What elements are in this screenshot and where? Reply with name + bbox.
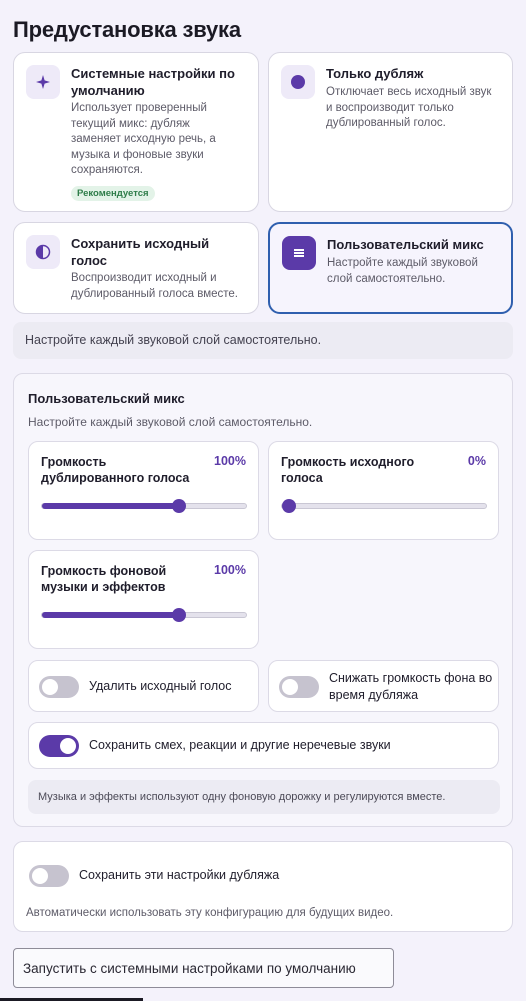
toggle-knob [60, 738, 76, 754]
recommended-badge: Рекомендуется [71, 186, 155, 201]
preset-title: Системные настройки по умолчанию [71, 66, 235, 98]
preset-description: Использует проверенный текущий микс: дуб… [71, 102, 216, 176]
sparkle-icon [26, 65, 60, 99]
dubbed-voice-volume-card: Громкость дублированного голоса 100% [28, 441, 259, 540]
preset-description: Воспроизводит исходный и дублированный г… [71, 272, 238, 300]
preset-title: Пользовательский микс [327, 237, 484, 252]
toggle-knob [32, 868, 48, 884]
preset-title: Сохранить исходный голос [71, 236, 210, 268]
toggle-label: Удалить исходный голос [89, 679, 232, 693]
preset-card-custom-mix[interactable]: Пользовательский микс Настройте каждый з… [268, 222, 513, 314]
page-title: Предустановка звука [13, 17, 241, 42]
slider-fill [42, 612, 179, 618]
slider-thumb[interactable] [172, 608, 186, 622]
save-settings-hint: Автоматически использовать эту конфигура… [26, 907, 394, 919]
save-settings-label: Сохранить эти настройки дубляжа [79, 868, 280, 882]
keep-nonspeech-sounds-row[interactable]: Сохранить смех, реакции и другие неречев… [28, 722, 499, 769]
sliders-icon [282, 236, 316, 270]
preset-card-keep-original-voice[interactable]: Сохранить исходный голос Воспроизводит и… [13, 222, 259, 314]
start-default-button[interactable]: Запустить с системными настройками по ум… [13, 948, 394, 988]
preset-card-dub-only[interactable]: Только дубляж Отключает весь исходный зв… [268, 52, 513, 212]
slider-fill [42, 503, 179, 509]
duck-background-toggle[interactable] [279, 676, 319, 698]
slider-label: Громкость дублированного голоса [41, 455, 190, 485]
slider-label: Громкость фоновой музыки и эффектов [41, 564, 167, 594]
original-voice-volume-card: Громкость исходного голоса 0% [268, 441, 499, 540]
slider-thumb[interactable] [282, 499, 296, 513]
keep-nonspeech-sounds-toggle[interactable] [39, 735, 79, 757]
toggle-label: Сохранить смех, реакции и другие неречев… [89, 738, 391, 752]
dubbed-voice-volume-slider[interactable] [41, 499, 247, 513]
audio-preset-page: Предустановка звука Системные настройки … [0, 0, 526, 1001]
duck-background-row[interactable]: Снижать громкость фона во время дубляжа [268, 660, 499, 712]
toggle-label: Снижать громкость фона во время дубляжа [329, 671, 493, 702]
custom-mix-panel: Пользовательский микс Настройте каждый з… [13, 373, 513, 827]
slider-value: 0% [467, 454, 486, 468]
preset-info-bar: Настройте каждый звуковой слой самостоят… [13, 322, 513, 359]
toggle-knob [42, 679, 58, 695]
custom-mix-subtitle: Настройте каждый звуковой слой самостоят… [28, 415, 313, 429]
original-voice-volume-slider[interactable] [281, 499, 487, 513]
slider-value: 100% [214, 563, 246, 577]
circle-icon [281, 65, 315, 99]
preset-description: Настройте каждый звуковой слой самостоят… [327, 257, 478, 285]
slider-label: Громкость исходного голоса [281, 455, 415, 485]
custom-mix-title: Пользовательский микс [28, 391, 185, 406]
background-music-volume-card: Громкость фоновой музыки и эффектов 100% [28, 550, 259, 649]
remove-original-voice-row[interactable]: Удалить исходный голос [28, 660, 259, 712]
mix-note: Музыка и эффекты используют одну фоновую… [28, 780, 500, 814]
preset-card-system-default[interactable]: Системные настройки по умолчанию Использ… [13, 52, 259, 212]
save-settings-card: Сохранить эти настройки дубляжа Автомати… [13, 841, 513, 932]
background-music-volume-slider[interactable] [41, 608, 247, 622]
slider-thumb[interactable] [172, 499, 186, 513]
half-circle-icon [26, 235, 60, 269]
toggle-knob [282, 679, 298, 695]
preset-description: Отключает весь исходный звук и воспроизв… [326, 86, 492, 129]
slider-value: 100% [214, 454, 246, 468]
save-settings-toggle[interactable] [29, 865, 69, 887]
preset-title: Только дубляж [326, 66, 424, 81]
remove-original-voice-toggle[interactable] [39, 676, 79, 698]
